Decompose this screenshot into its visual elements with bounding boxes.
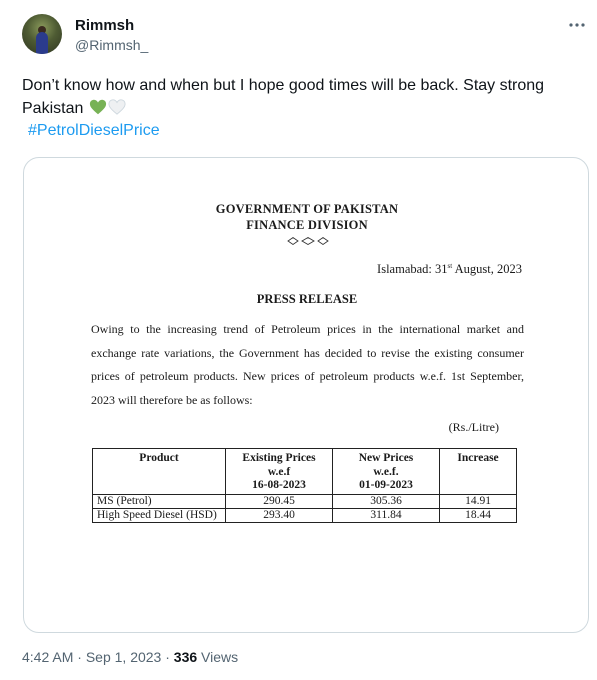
document-place-date: Islamabad: 31st August, 2023 <box>377 262 522 277</box>
header-line: w.e.f <box>267 465 291 478</box>
table-header-row: Product Existing Prices w.e.f 16-08-2023… <box>92 448 517 495</box>
tweet-time[interactable]: 4:42 AM <box>22 649 73 665</box>
header-line: w.e.f. <box>373 465 399 478</box>
header-line: 16-08-2023 <box>252 479 306 491</box>
views-count: 336 <box>173 649 198 665</box>
header-line: Product <box>139 452 179 464</box>
avatar-figure-body <box>36 32 48 54</box>
place-date-suffix: August, 2023 <box>452 262 522 277</box>
table-cell-increase: 14.91 <box>439 493 517 509</box>
table-cell-new-price: 311.84 <box>332 507 440 523</box>
document-heading-government: GOVERNMENT OF PAKISTAN <box>215 202 399 216</box>
document-paragraph: Owing to the increasing trend of Petrole… <box>91 322 524 407</box>
table-header-existing-prices: Existing Prices w.e.f 16-08-2023 <box>225 448 333 495</box>
table-cell-new-price: 305.36 <box>332 493 440 509</box>
green-heart-icon <box>89 99 106 115</box>
header-line: New Prices <box>358 452 414 464</box>
header-line: Increase <box>457 452 499 464</box>
author-display-name[interactable]: Rimmsh <box>75 17 134 34</box>
header-line: Existing Prices <box>242 452 316 464</box>
place-date-prefix: Islamabad: 31 <box>377 262 448 277</box>
avatar[interactable] <box>22 14 62 54</box>
tweet-text: Don’t know how and when but I hope good … <box>22 74 577 120</box>
white-heart-icon <box>108 99 126 115</box>
attached-image[interactable]: GOVERNMENT OF PAKISTAN FINANCE DIVISION … <box>23 157 589 633</box>
table-header-new-prices: New Prices w.e.f. 01-09-2023 <box>332 448 440 495</box>
table-cell-existing-price: 293.40 <box>225 507 333 523</box>
document-heading-division: FINANCE DIVISION <box>246 218 368 232</box>
tweet-meta: 4:42 AM · Sep 1, 2023 · 336 Views <box>22 649 238 665</box>
table-row: High Speed Diesel (HSD) 293.40 311.84 18… <box>92 507 517 523</box>
meta-separator: · <box>77 649 82 665</box>
document-title: PRESS RELEASE <box>256 292 358 306</box>
tweet-date[interactable]: Sep 1, 2023 <box>86 649 162 665</box>
views-label: Views <box>201 649 239 665</box>
hashtag-link[interactable]: #PetrolDieselPrice <box>28 122 160 140</box>
table-cell-increase: 18.44 <box>439 507 517 523</box>
table-cell-product: High Speed Diesel (HSD) <box>92 507 226 523</box>
ornament-divider-icon <box>287 236 329 246</box>
header-line: 01-09-2023 <box>359 479 413 491</box>
table-row: MS (Petrol) 290.45 305.36 14.91 <box>92 493 517 509</box>
press-release-document: GOVERNMENT OF PAKISTAN FINANCE DIVISION … <box>24 158 588 632</box>
tweet-header: Rimmsh @Rimmsh_ <box>22 14 585 58</box>
table-header-increase: Increase <box>439 448 517 495</box>
table-header-product: Product <box>92 448 226 495</box>
meta-separator: · <box>165 649 170 665</box>
more-options-icon[interactable] <box>568 16 586 34</box>
price-table: Product Existing Prices w.e.f 16-08-2023… <box>92 448 517 523</box>
table-cell-product: MS (Petrol) <box>92 493 226 509</box>
document-unit: (Rs./Litre) <box>448 420 499 434</box>
table-cell-existing-price: 290.45 <box>225 493 333 509</box>
author-handle[interactable]: @Rimmsh_ <box>75 37 148 53</box>
